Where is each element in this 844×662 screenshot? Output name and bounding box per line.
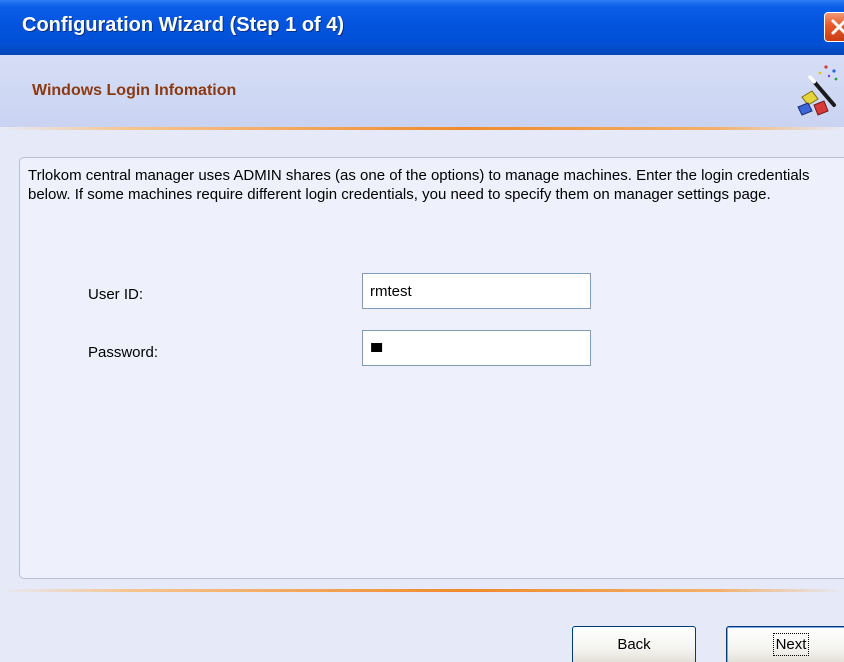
footer-divider <box>0 589 844 592</box>
close-button[interactable] <box>824 12 844 42</box>
header-divider <box>0 127 844 130</box>
content-panel: Trlokom central manager uses ADMIN share… <box>19 157 844 579</box>
user-id-label: User ID: <box>88 286 144 303</box>
configuration-wizard-window: Configuration Wizard (Step 1 of 4) Windo… <box>0 0 844 662</box>
page-title: Windows Login Infomation <box>32 82 237 99</box>
password-label: Password: <box>88 344 159 361</box>
password-input[interactable] <box>362 330 591 366</box>
wizard-wand-icon <box>797 65 838 116</box>
instructions-text: Trlokom central manager uses ADMIN share… <box>28 167 810 203</box>
close-icon <box>831 19 844 35</box>
back-button-label: Back <box>617 635 651 653</box>
title-bar[interactable]: Configuration Wizard (Step 1 of 4) <box>0 0 844 55</box>
window-title: Configuration Wizard (Step 1 of 4) <box>22 14 345 36</box>
next-button-label: Next <box>772 632 810 656</box>
next-button[interactable]: Next <box>726 626 844 662</box>
wizard-header: Windows Login Infomation <box>0 55 844 130</box>
back-button[interactable]: Back <box>572 626 696 662</box>
user-id-input[interactable] <box>362 273 591 309</box>
